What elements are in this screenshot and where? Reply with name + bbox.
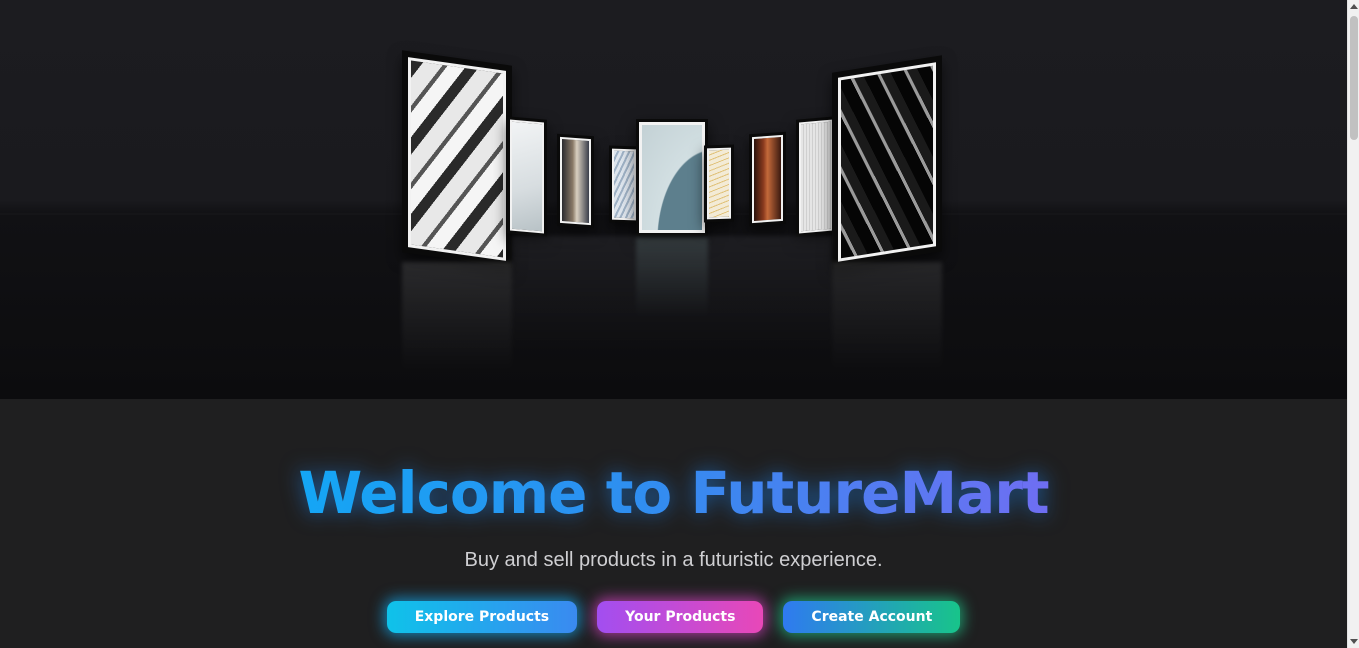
gallery-image-curve: [639, 122, 705, 233]
gallery-image-architecture: [408, 57, 506, 261]
scrollbar-thumb[interactable]: [1350, 16, 1358, 140]
gallery-frame-8[interactable]: [796, 116, 836, 237]
page-title: Welcome to FutureMart: [0, 459, 1347, 527]
gallery-image-white: [799, 119, 833, 234]
gallery-frame-2[interactable]: [507, 116, 547, 237]
action-buttons: Explore Products Your Products Create Ac…: [0, 601, 1347, 633]
page-title-text: Welcome to FutureMart: [298, 459, 1049, 527]
gallery-frame-center[interactable]: [636, 119, 708, 236]
gallery-image-light: [510, 119, 544, 234]
explore-products-button[interactable]: Explore Products: [386, 601, 578, 633]
gallery-frame-6[interactable]: [704, 144, 734, 223]
gallery-frame-3[interactable]: [557, 133, 594, 229]
scroll-up-arrow-icon[interactable]: [1350, 4, 1358, 9]
create-account-button[interactable]: Create Account: [783, 601, 961, 633]
gallery-frame-1-reflection: [402, 262, 512, 372]
page-subtitle: Buy and sell products in a futuristic ex…: [464, 549, 883, 571]
gallery-frame-7[interactable]: [749, 131, 786, 227]
gallery-frame-9-reflection: [832, 262, 942, 372]
gallery-image-lines: [612, 148, 636, 221]
gallery-image-window: [560, 136, 591, 226]
gallery-image-columns: [838, 62, 936, 262]
your-products-button[interactable]: Your Products: [597, 601, 764, 633]
vertical-scrollbar[interactable]: [1347, 0, 1359, 648]
gallery-frame-4[interactable]: [609, 145, 639, 224]
scroll-down-arrow-icon[interactable]: [1350, 639, 1358, 644]
gallery-frame-1[interactable]: [402, 50, 512, 268]
gallery-frame-9[interactable]: [832, 55, 942, 269]
welcome-section: Welcome to FutureMart Buy and sell produ…: [0, 399, 1347, 648]
gallery-image-rust: [752, 134, 783, 224]
gallery-floor-reflection: [512, 236, 832, 356]
gallery-image-waves: [707, 147, 731, 220]
hero-gallery: [0, 0, 1347, 399]
